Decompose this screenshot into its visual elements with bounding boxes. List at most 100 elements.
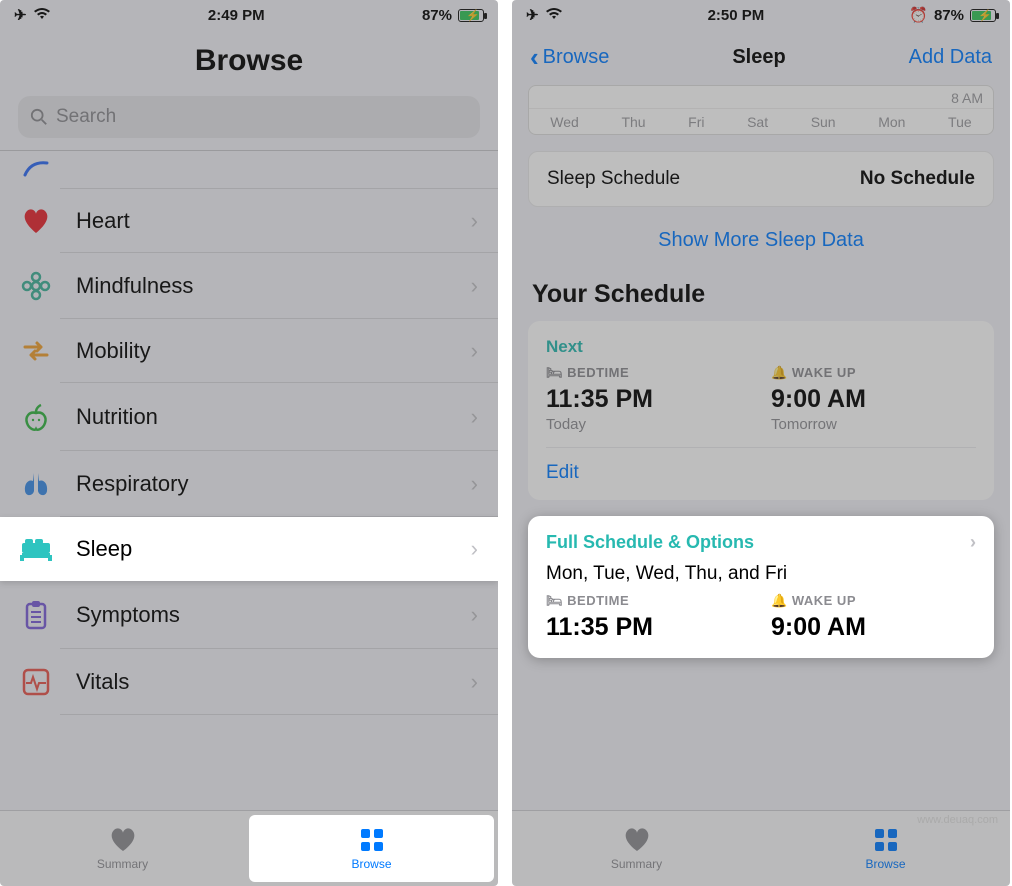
heart-tab-icon: [622, 827, 652, 853]
category-label: Vitals: [76, 669, 129, 695]
chevron-right-icon: ›: [471, 208, 478, 234]
tab-label: Summary: [611, 857, 662, 871]
wakeup-value: 9:00 AM: [771, 385, 976, 414]
add-data-button[interactable]: Add Data: [909, 46, 992, 69]
battery-icon: ⚡: [970, 9, 996, 22]
chart-day: Fri: [688, 114, 704, 130]
bell-icon: 🔔: [771, 365, 788, 380]
category-label: Symptoms: [76, 602, 180, 628]
show-more-button[interactable]: Show More Sleep Data: [512, 229, 1010, 252]
battery-icon: ⚡: [458, 9, 484, 22]
partial-icon: [18, 161, 54, 177]
category-label: Nutrition: [76, 404, 158, 430]
category-sleep[interactable]: Sleep ›: [0, 517, 498, 581]
wifi-icon: [545, 7, 563, 24]
status-bar: ✈ 2:49 PM 87% ⚡: [0, 0, 498, 26]
chart-axis-mark: 8 AM: [951, 90, 983, 106]
bedtime-label: 🛏 BEDTIME: [546, 593, 751, 609]
tab-label: Summary: [97, 857, 148, 871]
mindfulness-icon: [21, 271, 51, 301]
tab-label: Browse: [865, 857, 905, 871]
bed-icon: 🛏: [546, 593, 563, 608]
chart-day: Wed: [550, 114, 579, 130]
search-icon: [30, 108, 48, 126]
category-mobility[interactable]: Mobility ›: [0, 319, 498, 383]
tab-label: Browse: [351, 857, 391, 871]
wakeup-value: 9:00 AM: [771, 613, 976, 642]
chevron-right-icon: ›: [471, 602, 478, 628]
heart-tab-icon: [108, 827, 138, 853]
tab-bar: Summary Browse: [0, 810, 498, 886]
search-placeholder: Search: [56, 106, 116, 128]
category-symptoms[interactable]: Symptoms ›: [0, 581, 498, 649]
sleep-schedule-value: No Schedule: [860, 168, 975, 190]
next-label: Next: [546, 337, 976, 357]
section-header: Your Schedule: [532, 280, 990, 309]
category-label: Mobility: [76, 338, 151, 364]
bedtime-value: 11:35 PM: [546, 385, 751, 414]
category-vitals[interactable]: Vitals ›: [0, 649, 498, 715]
next-schedule-card: Next 🛏 BEDTIME 11:35 PM Today 🔔 WAKE UP …: [528, 321, 994, 500]
battery-percent: 87%: [422, 7, 452, 24]
battery-percent: 87%: [934, 7, 964, 24]
wakeup-label: 🔔 WAKE UP: [771, 365, 976, 381]
category-list: Heart › Mindfulness › Mobility › Nutriti…: [0, 151, 498, 715]
nutrition-icon: [21, 401, 51, 433]
search-input[interactable]: Search: [18, 96, 480, 138]
chart-day: Thu: [621, 114, 645, 130]
wakeup-sub: Tomorrow: [771, 416, 976, 433]
bed-icon: 🛏: [546, 365, 563, 380]
category-heart[interactable]: Heart ›: [0, 189, 498, 253]
category-label: Mindfulness: [76, 273, 193, 299]
sleep-schedule-label: Sleep Schedule: [547, 168, 680, 190]
chevron-left-icon: ‹: [530, 42, 539, 73]
nav-bar: ‹ Browse Sleep Add Data: [512, 26, 1010, 85]
airplane-icon: ✈: [14, 6, 27, 24]
chevron-right-icon: ›: [471, 273, 478, 299]
full-schedule-days: Mon, Tue, Wed, Thu, and Fri: [546, 563, 976, 585]
grid-tab-icon: [873, 827, 899, 853]
wifi-icon: [33, 7, 51, 24]
back-label: Browse: [543, 46, 610, 69]
grid-tab-icon: [359, 827, 385, 853]
category-nutrition[interactable]: Nutrition ›: [0, 383, 498, 451]
tab-browse[interactable]: Browse: [249, 815, 494, 882]
chart-day: Sun: [811, 114, 836, 130]
category-mindfulness[interactable]: Mindfulness ›: [0, 253, 498, 319]
chevron-right-icon: ›: [471, 536, 478, 562]
wakeup-label: 🔔 WAKE UP: [771, 593, 976, 609]
mobility-icon: [21, 337, 51, 365]
screen-browse: ✈ 2:49 PM 87% ⚡ Browse Search Heart ›: [0, 0, 498, 886]
tab-summary[interactable]: Summary: [0, 811, 245, 886]
chart-day: Sat: [747, 114, 768, 130]
sleep-schedule-row[interactable]: Sleep Schedule No Schedule: [528, 151, 994, 207]
watermark: www.deuaq.com: [917, 814, 998, 826]
airplane-icon: ✈: [526, 6, 539, 24]
category-respiratory[interactable]: Respiratory ›: [0, 451, 498, 517]
chevron-right-icon: ›: [471, 669, 478, 695]
sleep-chart[interactable]: 8 AM Wed Thu Fri Sat Sun Mon Tue: [528, 85, 994, 135]
bedtime-label: 🛏 BEDTIME: [546, 365, 751, 381]
full-schedule-card[interactable]: Full Schedule & Options › Mon, Tue, Wed,…: [528, 516, 994, 658]
screen-sleep: ✈ 2:50 PM ⏰ 87% ⚡ ‹ Browse Sleep Add Dat…: [512, 0, 1010, 886]
chevron-right-icon: ›: [471, 471, 478, 497]
vitals-icon: [21, 667, 51, 697]
chevron-right-icon: ›: [970, 532, 976, 553]
status-time: 2:50 PM: [563, 7, 910, 24]
back-button[interactable]: ‹ Browse: [530, 42, 609, 73]
chevron-right-icon: ›: [471, 338, 478, 364]
category-label: Heart: [76, 208, 130, 234]
list-item[interactable]: [0, 151, 498, 189]
page-title: Browse: [0, 44, 498, 78]
edit-button[interactable]: Edit: [546, 447, 976, 484]
tab-summary[interactable]: Summary: [512, 811, 761, 886]
chart-day: Tue: [948, 114, 972, 130]
symptoms-icon: [22, 599, 50, 631]
sleep-icon: [19, 535, 53, 563]
chevron-right-icon: ›: [471, 404, 478, 430]
chart-days: Wed Thu Fri Sat Sun Mon Tue: [529, 114, 993, 130]
chart-day: Mon: [878, 114, 905, 130]
status-bar: ✈ 2:50 PM ⏰ 87% ⚡: [512, 0, 1010, 26]
bell-icon: 🔔: [771, 593, 788, 608]
status-time: 2:49 PM: [51, 7, 422, 24]
